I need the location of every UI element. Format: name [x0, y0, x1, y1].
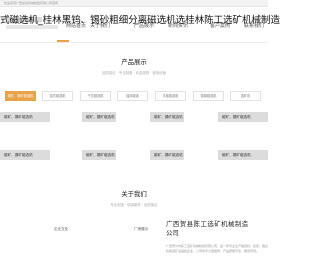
product-name: 磁矿、锡矿磁选机	[222, 115, 251, 119]
products-section-title: 产品展示	[121, 58, 147, 66]
products-section-subtitle: 品质保证 · 专业制造 · 欢迎选购 · 诚信经营	[102, 71, 166, 75]
product-card[interactable]: 磁矿、锡矿磁选机	[82, 150, 116, 160]
company-name-suffix: 公司	[166, 229, 179, 237]
factory-image[interactable]: 厂房展示	[82, 214, 164, 254]
product-name: 磁矿、锡矿磁选机	[86, 115, 115, 119]
tab-category-3[interactable]: 干式磁选机	[80, 91, 111, 101]
about-section-subtitle: 专业制造 · 精诚服务 · 品质保证	[110, 203, 158, 207]
top-bar-text: 欢迎来到广西某某机械制造有限公司官网	[4, 1, 59, 5]
top-bar: 欢迎来到广西某某机械制造有限公司官网	[0, 0, 268, 7]
page-headline: 式磁选机_桂林黑钨、锡砂粗细分离磁选机选桂林陈工选矿机械制造	[0, 15, 281, 26]
tab-category-1[interactable]: 磁矿、锡矿磁选机	[5, 91, 36, 101]
product-name: 磁矿、锡矿磁选机	[4, 115, 33, 119]
product-name: 磁矿、锡矿磁选机	[4, 153, 33, 157]
product-name: 磁矿、锡矿磁选机	[86, 153, 115, 157]
company-name: 广西贺县陈工选矿机械制造	[166, 220, 249, 228]
culture-image[interactable]: 企业文化	[0, 214, 80, 254]
nav-active-indicator	[57, 40, 69, 42]
factory-image-label: 厂房展示	[134, 227, 149, 231]
company-description: 广西贺州市陈工选矿机械制造有限公司，是一家专业生产磁选机、摇床、跳汰机等选矿设备…	[166, 244, 268, 253]
product-name: 磁矿、锡矿磁选机	[154, 153, 183, 157]
product-card[interactable]: 磁矿、锡矿磁选机	[82, 112, 116, 122]
tab-category-4[interactable]: 摇床磁选	[117, 91, 148, 101]
product-card[interactable]: 磁矿、锡矿磁选机	[218, 112, 268, 122]
product-card[interactable]: 磁矿、锡矿磁选机	[0, 112, 50, 122]
product-card[interactable]: 磁矿、锡矿磁选机	[0, 150, 50, 160]
tab-category-2[interactable]: 湿式磁选机	[42, 91, 73, 101]
tab-category-5[interactable]: 平板磁选机	[155, 91, 186, 101]
culture-image-label: 企业文化	[54, 227, 69, 231]
product-name: 磁矿、锡矿磁选机	[222, 153, 251, 157]
tab-category-6[interactable]: 强磁磁选机	[193, 91, 224, 101]
product-card[interactable]: 磁矿、锡矿磁选机	[150, 150, 184, 160]
product-category-tabs: 磁矿、锡矿磁选机 湿式磁选机 干式磁选机 摇床磁选 平板磁选机 强磁磁选机 选矿…	[5, 91, 267, 102]
about-section-title: 关于我们	[121, 190, 147, 198]
product-name: 磁矿、锡矿磁选机	[154, 115, 183, 119]
product-card[interactable]: 磁矿、锡矿磁选机	[218, 150, 268, 160]
product-card[interactable]: 磁矿、锡矿磁选机	[150, 112, 184, 122]
tab-category-7[interactable]: 选矿机	[230, 91, 261, 101]
